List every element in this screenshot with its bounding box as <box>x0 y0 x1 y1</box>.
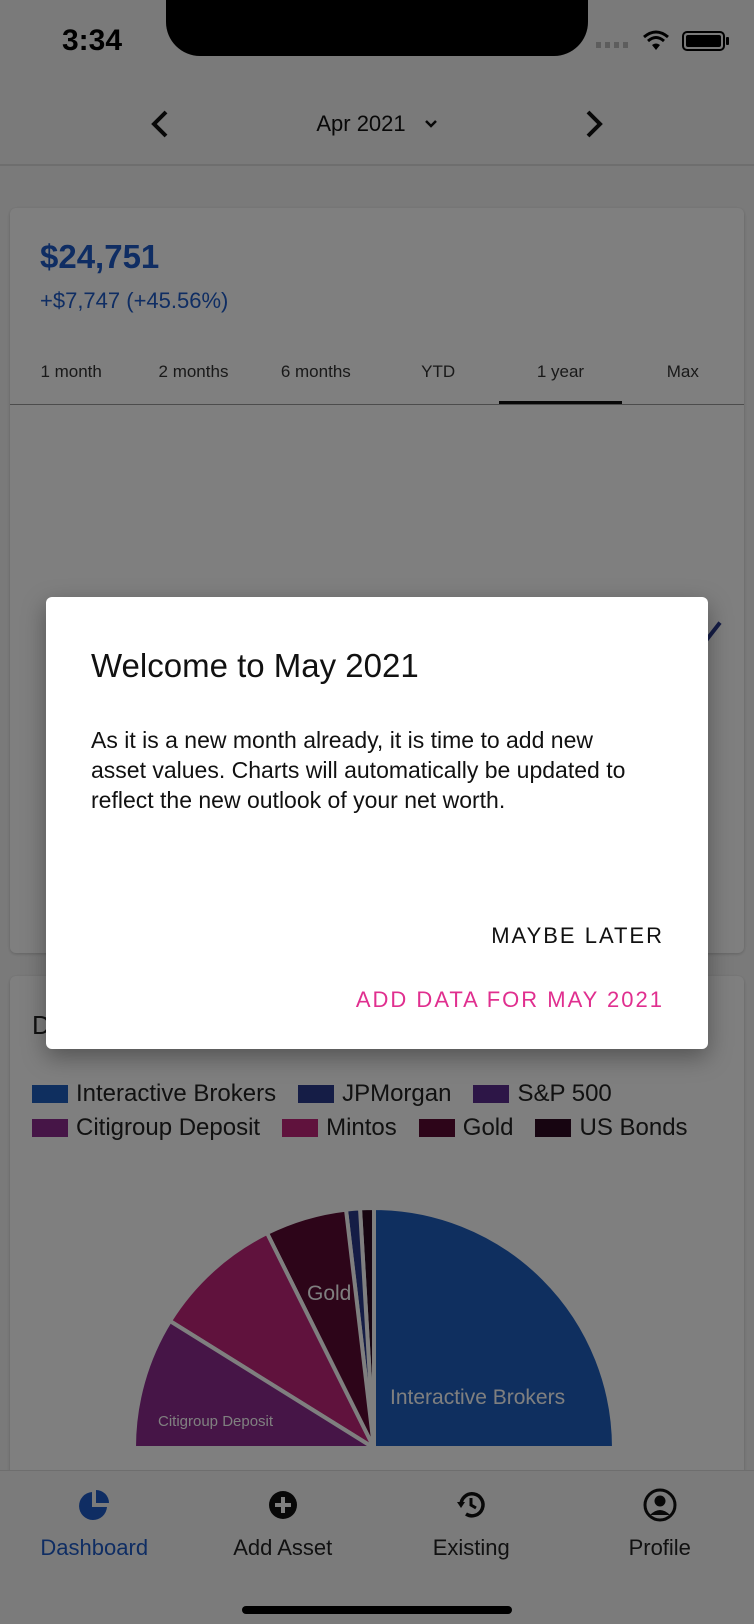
add-data-button[interactable]: ADD DATA FOR MAY 2021 <box>356 987 664 1013</box>
welcome-dialog: Welcome to May 2021 As it is a new month… <box>46 597 708 1049</box>
app-screen: 3:34 Apr 2021 <box>0 0 754 1624</box>
maybe-later-button[interactable]: MAYBE LATER <box>491 923 664 949</box>
dialog-body: As it is a new month already, it is time… <box>91 727 626 813</box>
dialog-title: Welcome to May 2021 <box>91 647 419 684</box>
